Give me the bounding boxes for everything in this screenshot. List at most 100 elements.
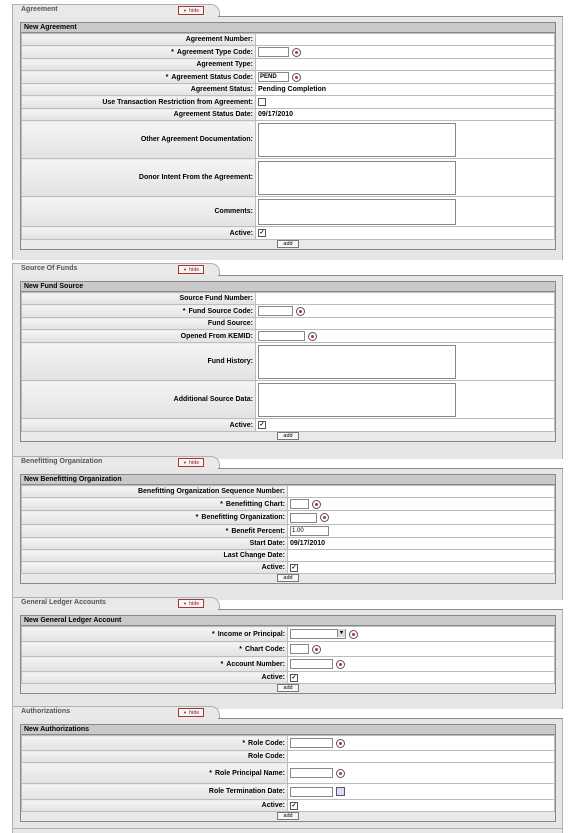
- new-benefitting-organization-subhead: New Benefitting Organization: [21, 475, 555, 485]
- new-general-ledger-account-subhead: New General Ledger Account: [21, 616, 555, 626]
- new-authorizations-subhead: New Authorizations: [21, 725, 555, 735]
- agreement-number-label: Agreement Number:: [21, 33, 256, 46]
- income-or-principal-label: Income or Principal:: [217, 630, 285, 638]
- fund-source-active-label: Active:: [21, 418, 256, 432]
- authorizations-section: Authorizations ▼ hide New Authorizations …: [12, 704, 563, 833]
- role-principal-name-input[interactable]: [290, 768, 333, 778]
- agreement-hide-button[interactable]: ▼ hide: [178, 6, 205, 15]
- agreement-active-label: Active:: [21, 226, 256, 240]
- collapse-triangle-icon: ▼: [183, 8, 187, 13]
- agreement-type-code-label: Agreement Type Code:: [176, 48, 253, 56]
- fund-history-textarea[interactable]: [258, 344, 456, 379]
- agreement-status-code-input[interactable]: PEND: [258, 72, 289, 82]
- lookup-icon[interactable]: [336, 738, 345, 748]
- collapse-triangle-icon: ▼: [183, 460, 187, 465]
- gl-account-active-label: Active:: [21, 671, 288, 684]
- lookup-icon[interactable]: [336, 768, 345, 778]
- agreement-status-label: Agreement Status:: [21, 83, 256, 96]
- comments-label: Comments:: [21, 196, 256, 227]
- lookup-icon[interactable]: [312, 499, 321, 509]
- additional-source-data-label: Additional Source Data:: [21, 380, 256, 419]
- lookup-icon[interactable]: [296, 306, 305, 316]
- donor-intent-label: Donor Intent From the Agreement:: [21, 158, 256, 197]
- new-agreement-panel: New Agreement Agreement Number: * Agreeme…: [20, 22, 556, 250]
- role-principal-name-label: Role Principal Name:: [214, 769, 285, 777]
- new-agreement-subhead: New Agreement: [21, 23, 555, 33]
- role-code-label: Role Code:: [248, 739, 285, 747]
- benefitting-org-active-checkbox[interactable]: ✓: [290, 563, 298, 572]
- account-number-label: Account Number:: [226, 660, 285, 668]
- donor-intent-textarea[interactable]: [258, 160, 456, 195]
- role-code-readonly-label: Role Code:: [21, 750, 288, 763]
- authorization-active-checkbox[interactable]: ✓: [290, 801, 298, 810]
- authorizations-tab-title: Authorizations: [21, 708, 70, 715]
- start-date-label: Start Date:: [21, 537, 288, 550]
- lookup-icon[interactable]: [320, 513, 329, 522]
- agreement-number-value: [255, 33, 555, 46]
- chart-code-input[interactable]: [290, 644, 309, 654]
- fund-source-label: Fund Source:: [21, 317, 256, 330]
- authorizations-hide-button[interactable]: ▼ hide: [178, 708, 205, 717]
- authorization-active-label: Active:: [21, 799, 288, 812]
- opened-from-kemid-label: Opened From KEMID:: [21, 329, 256, 343]
- source-of-funds-section: Source Of Funds ▼ hide New Fund Source So…: [12, 261, 563, 459]
- calendar-icon[interactable]: [336, 787, 345, 796]
- general-ledger-accounts-hide-button[interactable]: ▼ hide: [178, 599, 205, 608]
- agreement-type-label: Agreement Type:: [21, 58, 256, 71]
- additional-source-data-textarea[interactable]: [258, 382, 456, 417]
- benefit-percent-input[interactable]: 1.00: [290, 526, 329, 536]
- fund-source-active-checkbox[interactable]: ✓: [258, 421, 266, 429]
- fund-source-code-label: Fund Source Code:: [188, 307, 253, 315]
- benefitting-chart-input[interactable]: [290, 499, 309, 509]
- lookup-icon[interactable]: [292, 47, 301, 57]
- lookup-icon[interactable]: [308, 331, 317, 341]
- maintenance-document: Agreement ▼ hide New Agreement Agreement …: [0, 0, 569, 833]
- opened-from-kemid-input[interactable]: [258, 331, 305, 341]
- agreement-section: Agreement ▼ hide New Agreement Agreement …: [12, 2, 563, 260]
- benefitting-org-sequence-label: Benefitting Organization Sequence Number…: [21, 485, 288, 498]
- benefit-percent-label: Benefit Percent:: [231, 527, 285, 535]
- new-fund-source-panel: New Fund Source Source Fund Number: * Fun…: [20, 281, 556, 442]
- transaction-restriction-checkbox[interactable]: [258, 98, 266, 106]
- general-ledger-accounts-tab-title: General Ledger Accounts: [21, 599, 106, 606]
- role-termination-date-label: Role Termination Date:: [21, 783, 288, 800]
- benefitting-organization-tab-title: Benefitting Organization: [21, 458, 103, 465]
- other-documentation-textarea[interactable]: [258, 122, 456, 157]
- new-fund-source-subhead: New Fund Source: [21, 282, 555, 292]
- fund-source-code-input[interactable]: [258, 306, 293, 316]
- add-benefitting-organization-button[interactable]: add: [277, 574, 299, 582]
- new-authorizations-panel: New Authorizations * Role Code: Role Code…: [20, 724, 556, 822]
- lookup-icon[interactable]: [312, 644, 321, 654]
- agreement-type-code-input[interactable]: [258, 47, 289, 57]
- new-benefitting-organization-panel: New Benefitting Organization Benefitting…: [20, 474, 556, 584]
- lookup-icon[interactable]: [292, 72, 301, 82]
- other-documentation-label: Other Agreement Documentation:: [21, 120, 256, 159]
- add-authorization-button[interactable]: add: [277, 812, 299, 820]
- add-agreement-button[interactable]: add: [277, 240, 299, 248]
- agreement-tab: Agreement ▼ hide: [12, 2, 563, 17]
- add-general-ledger-account-button[interactable]: add: [277, 684, 299, 692]
- new-general-ledger-account-panel: New General Ledger Account * Income or Pr…: [20, 615, 556, 694]
- source-of-funds-hide-button[interactable]: ▼ hide: [178, 265, 205, 274]
- role-termination-date-input[interactable]: [290, 786, 333, 797]
- benefitting-organization-hide-button[interactable]: ▼ hide: [178, 458, 205, 467]
- comments-textarea[interactable]: [258, 198, 456, 225]
- lookup-icon[interactable]: [336, 659, 345, 669]
- benefitting-organization-label: Benefitting Organization:: [201, 514, 285, 521]
- account-number-input[interactable]: [290, 659, 333, 669]
- general-ledger-accounts-section: General Ledger Accounts ▼ hide New Genera…: [12, 595, 563, 709]
- benefitting-organization-input[interactable]: [290, 512, 317, 523]
- agreement-active-checkbox[interactable]: ✓: [258, 229, 266, 237]
- start-date-value: 09/17/2010: [287, 537, 555, 550]
- gl-account-active-checkbox[interactable]: ✓: [290, 673, 298, 682]
- lookup-icon[interactable]: [349, 629, 358, 639]
- collapse-triangle-icon: ▼: [183, 601, 187, 606]
- role-code-input[interactable]: [290, 738, 333, 748]
- agreement-status-date-value: 09/17/2010: [255, 108, 555, 121]
- add-fund-source-button[interactable]: add: [277, 432, 299, 440]
- fund-history-label: Fund History:: [21, 342, 256, 381]
- income-or-principal-select[interactable]: [290, 629, 346, 639]
- agreement-status-date-label: Agreement Status Date:: [21, 108, 256, 121]
- transaction-restriction-label: Use Transaction Restriction from Agreeme…: [21, 95, 256, 109]
- benefitting-chart-label: Benefitting Chart:: [225, 500, 285, 508]
